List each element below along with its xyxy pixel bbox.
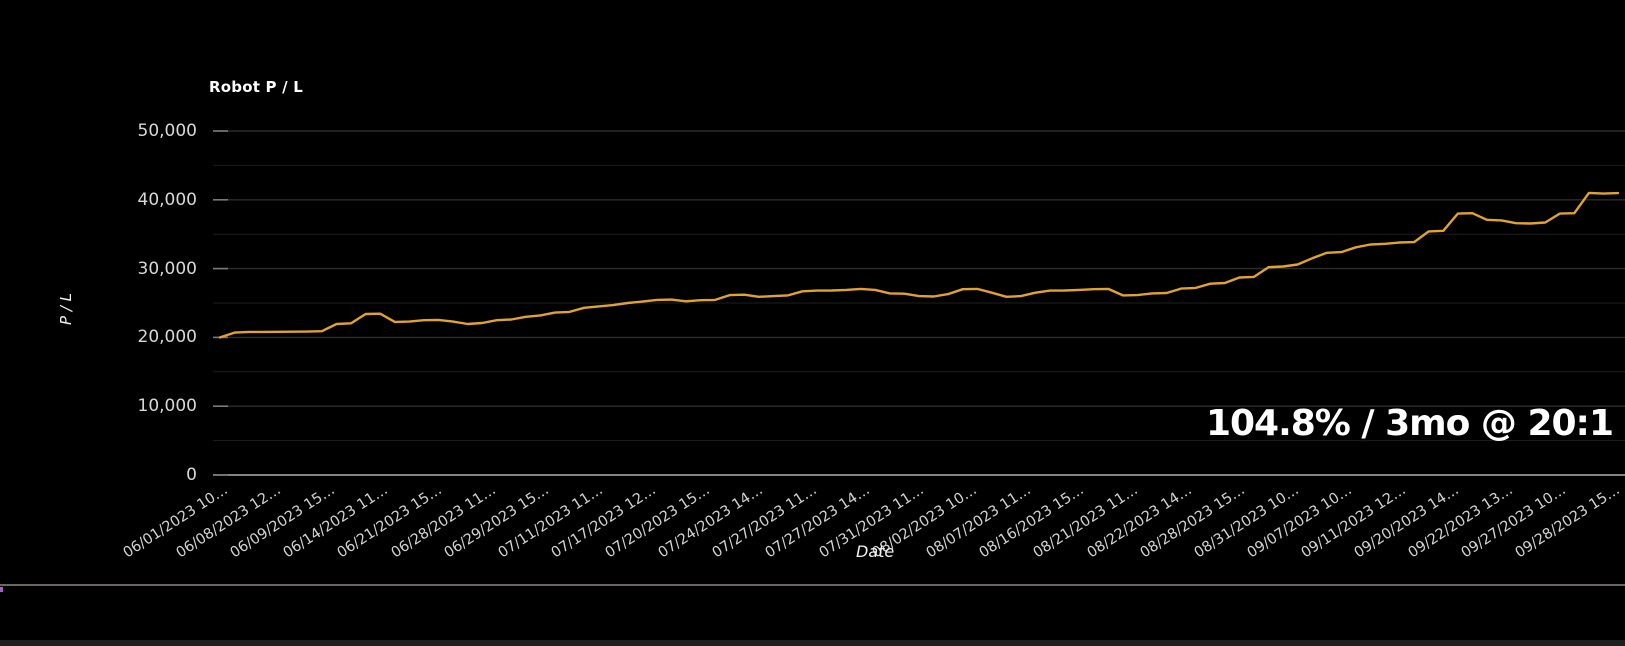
x-axis-title: Date <box>856 542 894 561</box>
performance-annotation: 104.8% / 3mo @ 20:1 <box>1206 403 1613 444</box>
window-bottom-strip <box>0 640 1625 646</box>
trading-backtest-screen: Robot P / L P / L 010,00020,00030,00040,… <box>0 0 1625 646</box>
y-tick-label: 30,000 <box>138 259 197 279</box>
y-tick-label: 10,000 <box>138 396 197 416</box>
y-tick-label: 20,000 <box>138 327 197 347</box>
y-tick-label: 0 <box>186 465 197 485</box>
status-bar: Start Balance: 20000.00 End Balance: 409… <box>0 586 1625 640</box>
y-tick-label: 40,000 <box>138 190 197 210</box>
y-tick-label: 50,000 <box>138 121 197 141</box>
